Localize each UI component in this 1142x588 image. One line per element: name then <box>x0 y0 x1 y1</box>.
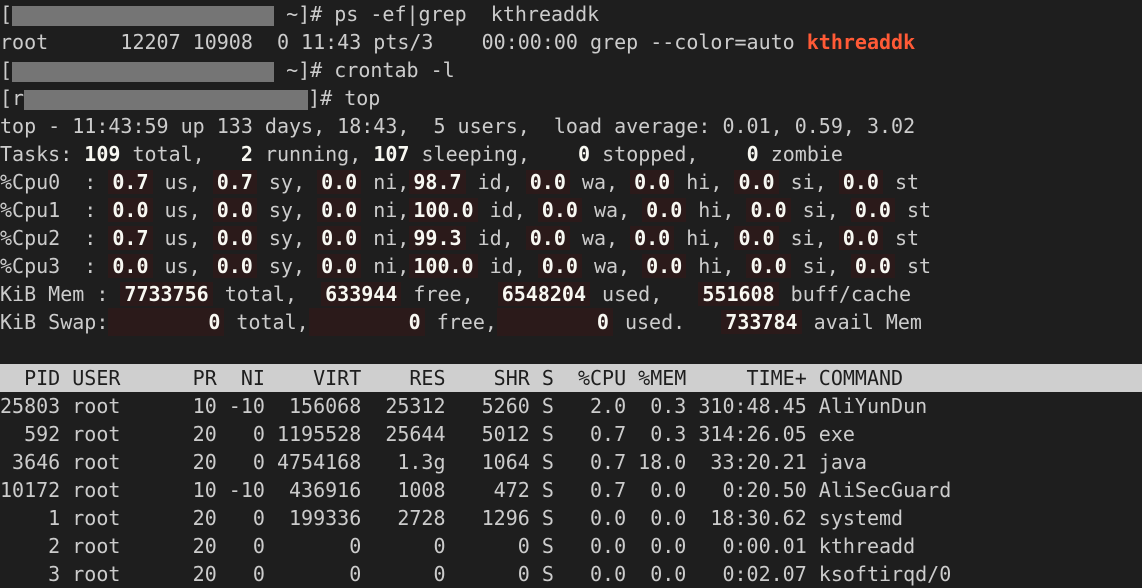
cpu-line: %Cpu2 : 0.7 us, 0.0 sy, 0.0 ni, 99.3 id, … <box>0 226 920 250</box>
mem-used: 6548204 <box>497 282 590 306</box>
cpu-st: 0.0 <box>838 226 883 250</box>
mem-total: 7733756 <box>120 282 213 306</box>
cpu-ni: 0.0 <box>317 226 362 250</box>
grep-match: kthreaddk <box>806 30 916 54</box>
cpu-wa: 0.0 <box>537 198 582 222</box>
mem-used-label: used, <box>590 282 663 306</box>
cpu-ni: 0.0 <box>317 198 362 222</box>
cpu-id: 100.0 <box>409 198 478 222</box>
table-row[interactable]: 1 root 20 0 199336 2728 1296 S 0.0 0.0 1… <box>0 504 903 532</box>
mem-label: KiB Mem : <box>0 282 109 306</box>
uptime-load-text: top - 11:43:59 up 133 days, 18:43, 5 use… <box>0 114 916 138</box>
swap-label: KiB Swap: <box>0 310 109 334</box>
cpu-us: 0.0 <box>108 254 153 278</box>
redacted-hostname <box>12 6 275 26</box>
table-row[interactable]: 3646 root 20 0 4754168 1.3g 1064 S 0.7 1… <box>0 448 867 476</box>
tasks-running-label: running, <box>264 142 362 166</box>
prompt-bracket: [ <box>0 2 13 26</box>
tasks-sleeping-label: sleeping, <box>421 142 530 166</box>
prompt-line-ps: [ ~]# ps -ef|grep kthreaddk <box>0 0 599 28</box>
cpu-sy: 0.0 <box>212 226 257 250</box>
command-text: ]# top <box>308 86 381 110</box>
command-text: ~]# ps -ef|grep kthreaddk <box>274 2 600 26</box>
command-text: ~]# crontab -l <box>274 58 455 82</box>
cpu-hi: 0.0 <box>630 170 675 194</box>
tasks-zombie-label: zombie <box>770 142 843 166</box>
cpu-st: 0.0 <box>850 254 895 278</box>
prompt-bracket: [ <box>0 58 13 82</box>
tasks-zombie: 0 <box>746 142 759 166</box>
table-row[interactable]: 25803 root 10 -10 156068 25312 5260 S 2.… <box>0 392 927 420</box>
cpu-line: %Cpu1 : 0.0 us, 0.0 sy, 0.0 ni, 100.0 id,… <box>0 198 932 222</box>
cpu-wa: 0.0 <box>525 170 570 194</box>
tasks-stopped-label: stopped, <box>602 142 699 166</box>
cpu-st: 0.0 <box>838 170 883 194</box>
tasks-stopped: 0 <box>578 142 591 166</box>
output-text: root 12207 10908 0 11:43 pts/3 00:00:00 … <box>0 30 807 54</box>
swap-total: 0 <box>108 308 225 336</box>
mem-buff: 551608 <box>698 282 779 306</box>
cpu-label: %Cpu0 : <box>0 170 97 194</box>
swap-free-label: free, <box>424 310 497 334</box>
cpu-hi: 0.0 <box>630 226 675 250</box>
prompt-line-top: [r ]# top <box>0 84 380 112</box>
cpu-si: 0.0 <box>734 170 779 194</box>
cpu-us: 0.0 <box>108 198 153 222</box>
swap-line: KiB Swap: 0 total, 0 free, 0 used. 733784 a… <box>0 308 922 336</box>
cpu-si: 0.0 <box>746 198 791 222</box>
cpu-sy: 0.7 <box>212 170 257 194</box>
cpu-line: %Cpu3 : 0.0 us, 0.0 sy, 0.0 ni, 100.0 id,… <box>0 254 932 278</box>
process-table-header: PID USER PR NI VIRT RES SHR S %CPU %MEM … <box>0 364 1142 392</box>
redacted-hostname <box>12 62 275 82</box>
cpu-id: 100.0 <box>409 254 478 278</box>
prompt-bracket: [r <box>0 86 25 110</box>
swap-used: 0 <box>496 308 613 336</box>
swap-used-label: used. <box>612 310 686 334</box>
table-row[interactable]: 10172 root 10 -10 436916 1008 472 S 0.7 … <box>0 476 951 504</box>
cpu-sy: 0.0 <box>212 254 257 278</box>
cpu-ni: 0.0 <box>317 254 362 278</box>
cpu-sy: 0.0 <box>212 198 257 222</box>
tasks-running: 2 <box>240 142 253 166</box>
cpu-wa: 0.0 <box>537 254 582 278</box>
cpu-hi: 0.0 <box>642 254 687 278</box>
cpu-si: 0.0 <box>746 254 791 278</box>
top-summary-line: top - 11:43:59 up 133 days, 18:43, 5 use… <box>0 112 915 140</box>
cpu-label: %Cpu2 : <box>0 226 97 250</box>
mem-buff-label: buff/cache <box>778 282 912 306</box>
cpu-si: 0.0 <box>734 226 779 250</box>
tasks-sleeping: 107 <box>373 142 410 166</box>
swap-avail-label: avail Mem <box>801 310 922 334</box>
terminal-window[interactable]: [ ~]# ps -ef|grep kthreaddk root 12207 1… <box>0 0 1142 586</box>
cpu-hi: 0.0 <box>642 198 687 222</box>
table-row[interactable]: 3 root 20 0 0 0 0 S 0.0 0.0 0:02.07 ksof… <box>0 560 951 588</box>
mem-free: 633944 <box>321 282 402 306</box>
cpu-id: 99.3 <box>409 226 466 250</box>
swap-total-label: total, <box>224 310 309 334</box>
table-row[interactable]: 592 root 20 0 1195528 25644 5012 S 0.7 0… <box>0 420 855 448</box>
tasks-total-label: total, <box>132 142 205 166</box>
cpu-us: 0.7 <box>108 170 153 194</box>
swap-avail: 733784 <box>721 310 802 334</box>
grep-output-line: root 12207 10908 0 11:43 pts/3 00:00:00 … <box>0 28 915 56</box>
mem-free-label: free, <box>401 282 474 306</box>
tasks-line: Tasks: 109 total, 2 running, 107 sleepin… <box>0 140 843 168</box>
cpu-st: 0.0 <box>850 198 895 222</box>
cpu-line: %Cpu0 : 0.7 us, 0.7 sy, 0.0 ni, 98.7 id, … <box>0 170 920 194</box>
mem-total-label: total, <box>212 282 298 306</box>
redacted-hostname <box>24 90 309 110</box>
table-row[interactable]: 2 root 20 0 0 0 0 S 0.0 0.0 0:00.01 kthr… <box>0 532 915 560</box>
tasks-total: 109 <box>84 142 121 166</box>
cpu-us: 0.7 <box>108 226 153 250</box>
mem-line: KiB Mem : 7733756 total, 633944 free, 65… <box>0 280 911 308</box>
cpu-label: %Cpu1 : <box>0 198 97 222</box>
tasks-label: Tasks: <box>0 142 73 166</box>
cpu-label: %Cpu3 : <box>0 254 97 278</box>
cpu-id: 98.7 <box>409 170 466 194</box>
cpu-ni: 0.0 <box>317 170 362 194</box>
swap-free: 0 <box>308 308 425 336</box>
prompt-line-crontab: [ ~]# crontab -l <box>0 56 455 84</box>
cpu-wa: 0.0 <box>525 226 570 250</box>
